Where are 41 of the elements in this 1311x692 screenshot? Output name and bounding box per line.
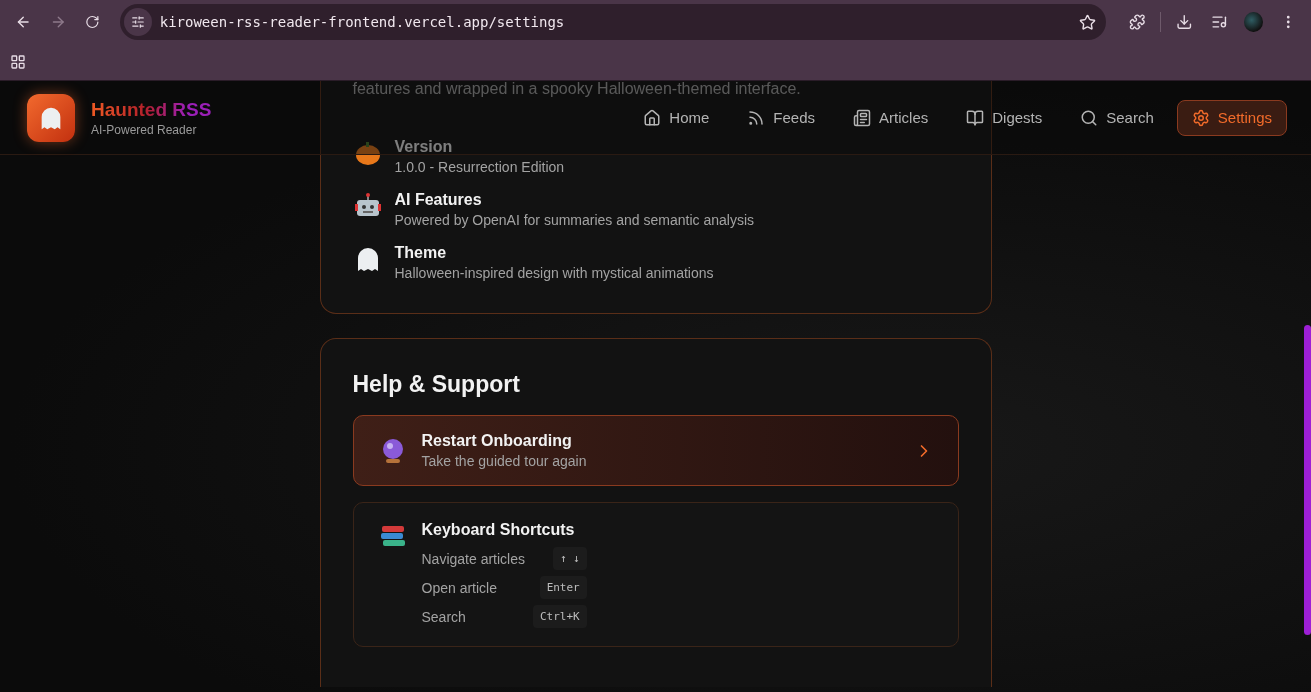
shortcut-key: Ctrl+K [533,605,587,628]
reload-icon[interactable] [85,14,100,30]
nav-link[interactable]: Settings [1176,99,1287,136]
shortcut-label: Navigate articles [421,550,525,567]
about-text: features and wrapped in a spooky Halloween-themed interface. [352,81,802,98]
shortcut-key: Enter [539,576,587,599]
sliders-icon [130,15,145,29]
rss-icon [747,108,766,127]
info-description: Powered by OpenAI for summaries and semantic analysis [394,212,754,228]
info-description: 1.0.0 - Resurrection Edition [394,159,565,175]
logo-ghost-icon [27,93,75,142]
bookmark-star-icon[interactable] [1078,13,1096,31]
site-info-button[interactable] [123,8,152,36]
download-icon[interactable] [1176,13,1193,31]
puzzle-icon[interactable] [1128,13,1146,31]
settings-icon [1191,108,1210,127]
nav-link[interactable]: Feeds [732,99,831,136]
info-description: Halloween-inspired design with mystical animations [394,265,714,281]
shortcut-key: ↑ ↓ [552,547,587,570]
restart-onboarding-button[interactable]: Restart Onboarding Take the guided tour again [352,415,959,486]
nav-link[interactable]: Digests [951,99,1058,136]
onboarding-subtitle: Take the guided tour again [421,453,588,469]
shortcut-label: Search [421,608,467,625]
home-icon [643,108,662,127]
search-icon [1080,108,1099,127]
onboarding-title: Restart Onboarding [421,432,573,450]
info-title: AI Features [394,191,483,209]
info-title: Theme [394,244,448,262]
nav-link[interactable]: Search [1065,99,1169,136]
book-icon [966,108,985,127]
shortcuts-title: Keyboard Shortcuts [421,521,576,539]
info-title: Version [394,138,454,156]
url-text: kiroween-rss-reader-frontend.vercel.app/settings [159,14,566,30]
media-list-icon[interactable] [1210,13,1228,31]
apps-icon[interactable] [10,54,26,70]
nav-link[interactable]: Home [628,99,725,136]
address-bar[interactable]: kiroween-rss-reader-frontend.vercel.app/settings [119,4,1106,40]
section-title: Help & Support [352,371,521,398]
brand-tagline: AI-Powered Reader [91,122,198,137]
scrollbar-thumb[interactable] [1304,325,1311,635]
shortcut-label: Open article [421,579,498,596]
